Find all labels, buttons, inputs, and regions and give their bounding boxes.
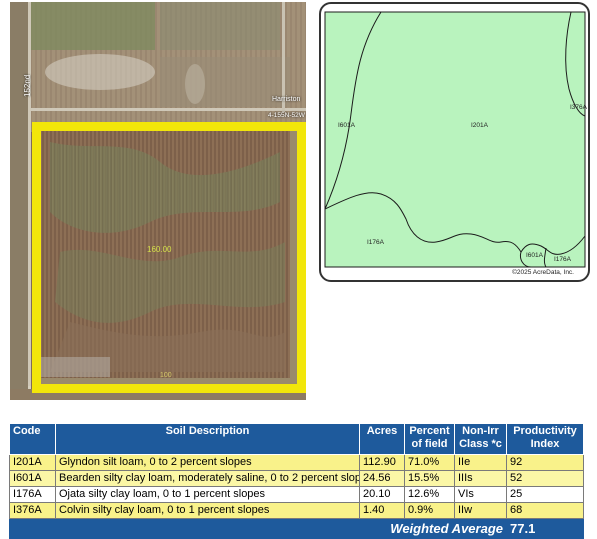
cell-description: Glyndon silt loam, 0 to 2 percent slopes: [55, 454, 360, 471]
cell-class: VIs: [454, 486, 507, 503]
header-productivity: Productivity Index: [506, 423, 584, 455]
cell-code: I201A: [9, 454, 56, 471]
header-description: Soil Description: [55, 423, 360, 455]
field-boundary-outline: [32, 122, 306, 393]
cell-percent: 12.6%: [404, 486, 455, 503]
cell-class: IIe: [454, 454, 507, 471]
soil-label-i176a: I176A: [367, 239, 384, 246]
city-label: Harriston: [272, 96, 301, 103]
cell-code: I601A: [9, 470, 56, 487]
header-acres: Acres: [359, 423, 405, 455]
soil-label-i601a: I601A: [338, 122, 355, 129]
table-row: I601A Bearden silty clay loam, moderatel…: [9, 470, 584, 487]
header-percent-line2: of field: [411, 438, 448, 450]
soil-table: Code Soil Description Acres Percent of f…: [9, 423, 584, 539]
header-percent-line1: Percent: [409, 425, 450, 437]
cell-code: I376A: [9, 502, 56, 519]
cell-percent: 15.5%: [404, 470, 455, 487]
soil-map: I601A I201A I376A I176A I601A I176A ©202…: [319, 2, 590, 282]
township-label: 4-155N-52W: [268, 112, 305, 119]
table-header-row: Code Soil Description Acres Percent of f…: [9, 423, 584, 455]
cell-pi: 25: [506, 486, 584, 503]
header-pi-line1: Productivity: [513, 425, 577, 437]
cell-pi: 68: [506, 502, 584, 519]
cell-percent: 0.9%: [404, 502, 455, 519]
header-class-line1: Non-Irr: [462, 425, 499, 437]
weighted-average-value: 77.1: [506, 518, 584, 539]
cell-acres: 20.10: [359, 486, 405, 503]
weighted-average-row: Weighted Average 77.1: [9, 518, 584, 539]
cell-description: Colvin silty clay loam, 0 to 1 percent s…: [55, 502, 360, 519]
soil-label-i176a-small: I176A: [554, 256, 571, 263]
soil-label-i201a: I201A: [471, 122, 488, 129]
aerial-map: 152nd Harriston 4-155N-52W 160.00 100: [10, 2, 306, 400]
cell-acres: 24.56: [359, 470, 405, 487]
table-row: I201A Glyndon silt loam, 0 to 2 percent …: [9, 454, 584, 471]
header-pi-line2: Index: [530, 438, 560, 450]
field-bottom-label: 100: [160, 372, 172, 379]
cell-pi: 52: [506, 470, 584, 487]
cell-description: Bearden silty clay loam, moderately sali…: [55, 470, 360, 487]
field-acres-label: 160.00: [147, 245, 172, 254]
header-code: Code: [9, 423, 56, 455]
weighted-average-label: Weighted Average: [9, 518, 507, 539]
road-label: 152nd: [23, 74, 32, 97]
cell-class: IIIs: [454, 470, 507, 487]
header-class: Non-Irr Class *c: [454, 423, 507, 455]
soil-map-polygons: [324, 11, 586, 268]
cell-code: I176A: [9, 486, 56, 503]
cell-pi: 92: [506, 454, 584, 471]
table-row: I176A Ojata silty clay loam, 0 to 1 perc…: [9, 486, 584, 503]
map-credit: ©2025 AcreData, Inc.: [512, 269, 574, 276]
cell-class: IIw: [454, 502, 507, 519]
cell-description: Ojata silty clay loam, 0 to 1 percent sl…: [55, 486, 360, 503]
cell-acres: 1.40: [359, 502, 405, 519]
soil-label-i601a-small: I601A: [526, 252, 543, 259]
soil-label-i376a: I376A: [570, 104, 587, 111]
header-percent: Percent of field: [404, 423, 455, 455]
table-row: I376A Colvin silty clay loam, 0 to 1 per…: [9, 502, 584, 519]
header-class-line2: Class *c: [459, 438, 502, 450]
cell-acres: 112.90: [359, 454, 405, 471]
cell-percent: 71.0%: [404, 454, 455, 471]
